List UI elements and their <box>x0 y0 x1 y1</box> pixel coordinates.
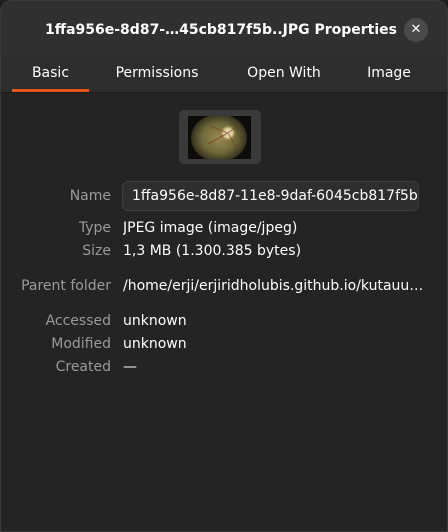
image-thumbnail-icon <box>188 116 251 159</box>
parent-folder-value[interactable]: /home/erji/erjiridholubis.github.io/kuta… <box>123 278 423 294</box>
tab-bar: Basic Permissions Open With Image <box>1 55 447 92</box>
tab-basic[interactable]: Basic <box>12 55 89 92</box>
name-field[interactable] <box>122 181 419 211</box>
modified-value: unknown <box>123 336 187 352</box>
accessed-label: Accessed <box>45 313 111 329</box>
type-value: JPEG image (image/jpeg) <box>123 220 298 236</box>
file-thumbnail[interactable] <box>179 110 261 164</box>
created-label: Created <box>55 359 111 375</box>
modified-label: Modified <box>51 336 111 352</box>
created-value: — <box>123 359 137 375</box>
window-title: 1ffa956e-8d87-…45cb817f5b..JPG Propertie… <box>45 22 397 38</box>
tab-image[interactable]: Image <box>353 55 425 92</box>
title-bar: 1ffa956e-8d87-…45cb817f5b..JPG Propertie… <box>1 1 447 55</box>
tab-permissions[interactable]: Permissions <box>105 55 209 92</box>
type-label: Type <box>78 220 111 236</box>
close-button[interactable]: ✕ <box>404 18 428 42</box>
size-label: Size <box>82 243 111 259</box>
parent-folder-label: Parent folder <box>21 278 111 294</box>
properties-window: 1ffa956e-8d87-…45cb817f5b..JPG Propertie… <box>0 0 448 532</box>
close-icon: ✕ <box>410 22 422 37</box>
size-value: 1,3 MB (1.300.385 bytes) <box>123 243 302 259</box>
name-label: Name <box>69 188 111 204</box>
accessed-value: unknown <box>123 313 187 329</box>
tab-open-with[interactable]: Open With <box>235 55 333 92</box>
